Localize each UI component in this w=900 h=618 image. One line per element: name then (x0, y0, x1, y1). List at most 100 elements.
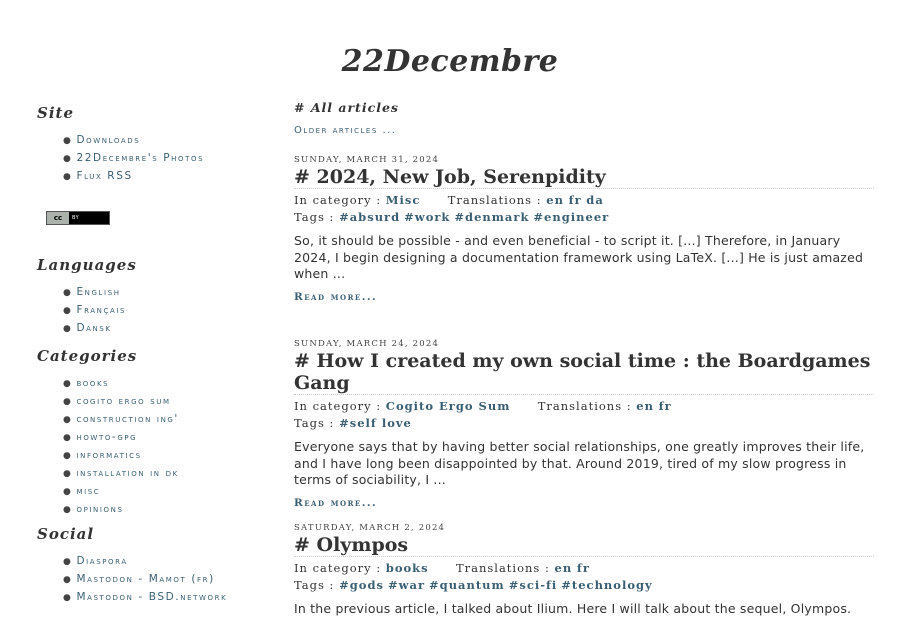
older-articles-link[interactable]: Older articles ... (294, 125, 396, 136)
social-mastodon-mamot[interactable]: ● Mastodon - Mamot (fr) (63, 571, 227, 589)
site-links-list: ● Downloads ● 22Decembre's Photos ● Flux RS… (37, 132, 204, 186)
tags-label: Tags : (294, 416, 335, 430)
translation-link[interactable]: fr (569, 193, 582, 207)
bullet-icon: ● (63, 469, 73, 479)
translation-link[interactable]: en (546, 193, 564, 207)
sidebar-section-social: Social ● Diaspora ● Mastodon - Mamot (fr) … (37, 525, 227, 607)
sidebar-heading-categories: Categories (37, 347, 138, 365)
article-tags-line: Tags : #absurd #work #denmark #engineer (294, 209, 874, 225)
link-label: cogito ergo sum (76, 395, 171, 407)
link-label: howto-gpg (76, 431, 138, 443)
link-label: Mastodon - Mamot (fr) (76, 573, 215, 585)
article-category-line: In category : Cogito Ergo Sum Translatio… (294, 398, 874, 414)
category-informatics[interactable]: ● informatics (63, 447, 179, 465)
bullet-icon: ● (63, 324, 73, 334)
languages-list: ● English ● Français ● Dansk (37, 284, 137, 338)
bullet-icon: ● (63, 505, 73, 515)
link-label: books (76, 377, 110, 389)
article-date: Saturday, March 2, 2024 (294, 523, 446, 533)
tag-link[interactable]: #denmark (454, 210, 529, 224)
article-category-link[interactable]: Cogito Ergo Sum (386, 399, 511, 413)
cc-by-label: BY (72, 215, 80, 221)
tag-link[interactable]: #engineer (533, 210, 609, 224)
translations-label: Translations : (447, 193, 542, 207)
translations-label: Translations : (455, 561, 550, 575)
article-category-link[interactable]: Misc (386, 193, 421, 207)
article-category-line: In category : books Translations : en fr (294, 560, 874, 576)
social-mastodon-bsd[interactable]: ● Mastodon - BSD.network (63, 589, 227, 607)
category-howto-gpg[interactable]: ● howto-gpg (63, 429, 179, 447)
article-date: Sunday, March 31, 2024 (294, 155, 440, 165)
link-label: installation in dk (76, 467, 179, 479)
page-heading: # All articles (294, 100, 399, 115)
language-english[interactable]: ● English (63, 284, 137, 302)
category-cogito-ergo-sum[interactable]: ● cogito ergo sum (63, 393, 179, 411)
category-opinions[interactable]: ● opinions (63, 501, 179, 519)
link-label: English (76, 286, 121, 298)
article-title[interactable]: # 2024, New Job, Serenpidity (294, 166, 874, 189)
sidebar-link-downloads[interactable]: ● Downloads (63, 132, 204, 150)
social-diaspora[interactable]: ● Diaspora (63, 553, 227, 571)
category-label: In category : (294, 193, 382, 207)
language-danish[interactable]: ● Dansk (63, 320, 137, 338)
main-content: # All articles Older articles ... Sunday… (294, 100, 874, 616)
article-title[interactable]: # How I created my own social time : the… (294, 350, 874, 395)
sidebar-link-photos[interactable]: ● 22Decembre's Photos (63, 150, 204, 168)
article-tags-line: Tags : #self love (294, 415, 874, 431)
translations-label: Translations : (537, 399, 632, 413)
site-title[interactable]: 22Decembre (0, 44, 900, 79)
translation-link[interactable]: da (586, 193, 604, 207)
translation-link[interactable]: en (555, 561, 573, 575)
tag-link[interactable]: #gods (339, 578, 384, 592)
link-label: misc (76, 485, 101, 497)
bullet-icon: ● (63, 575, 73, 585)
bullet-icon: ● (63, 415, 73, 425)
tag-link[interactable]: #self love (339, 416, 412, 430)
bullet-icon: ● (63, 379, 73, 389)
bullet-icon: ● (63, 136, 73, 146)
translation-link[interactable]: fr (659, 399, 672, 413)
article-card: Sunday, March 24, 2024 # How I created m… (294, 339, 874, 509)
tag-link[interactable]: #technology (561, 578, 652, 592)
link-label: Français (76, 304, 127, 316)
link-label: construction ing' (76, 413, 179, 425)
article-title[interactable]: # Olympos (294, 534, 874, 557)
category-label: In category : (294, 561, 382, 575)
category-label: In category : (294, 399, 382, 413)
language-french[interactable]: ● Français (63, 302, 137, 320)
read-more-link[interactable]: Read more... (294, 291, 874, 303)
link-label: Mastodon - BSD.network (76, 591, 228, 603)
tag-link[interactable]: #work (404, 210, 450, 224)
category-installation-in-dk[interactable]: ● installation in dk (63, 465, 179, 483)
link-label: Diaspora (76, 555, 128, 567)
bullet-icon: ● (63, 487, 73, 497)
read-more-link[interactable]: Read more... (294, 497, 874, 509)
bullet-icon: ● (63, 593, 73, 603)
translation-link[interactable]: fr (577, 561, 590, 575)
article-card: Saturday, March 2, 2024 # Olympos In cat… (294, 523, 874, 618)
sidebar-heading-site: Site (37, 104, 75, 122)
article-tags-line: Tags : #gods #war #quantum #sci-fi #technolo… (294, 577, 874, 593)
bullet-icon: ● (63, 172, 73, 182)
social-list: ● Diaspora ● Mastodon - Mamot (fr) ● Mastod… (37, 553, 227, 607)
translation-link[interactable]: en (636, 399, 654, 413)
bullet-icon: ● (63, 433, 73, 443)
article-date: Sunday, March 24, 2024 (294, 339, 440, 349)
sidebar-link-rss[interactable]: ● Flux RSS (63, 168, 204, 186)
category-construction-ing[interactable]: ● construction ing' (63, 411, 179, 429)
tags-label: Tags : (294, 578, 335, 592)
category-misc[interactable]: ● misc (63, 483, 179, 501)
tag-link[interactable]: #quantum (429, 578, 505, 592)
cc-license-badge[interactable]: cc BY (46, 211, 110, 225)
sidebar-section-categories: Categories ● books ● cogito ergo sum ● cons… (37, 347, 179, 519)
category-books[interactable]: ● books (63, 375, 179, 393)
tag-link[interactable]: #war (388, 578, 425, 592)
tag-link[interactable]: #sci-fi (509, 578, 558, 592)
tag-link[interactable]: #absurd (339, 210, 400, 224)
bullet-icon: ● (63, 397, 73, 407)
sidebar-heading-languages: Languages (37, 256, 137, 274)
article-category-line: In category : Misc Translations : en fr … (294, 192, 874, 208)
article-category-link[interactable]: books (386, 561, 429, 575)
link-label: 22Decembre's Photos (76, 152, 205, 164)
sidebar-section-languages: Languages ● English ● Français ● Dansk (37, 256, 137, 338)
